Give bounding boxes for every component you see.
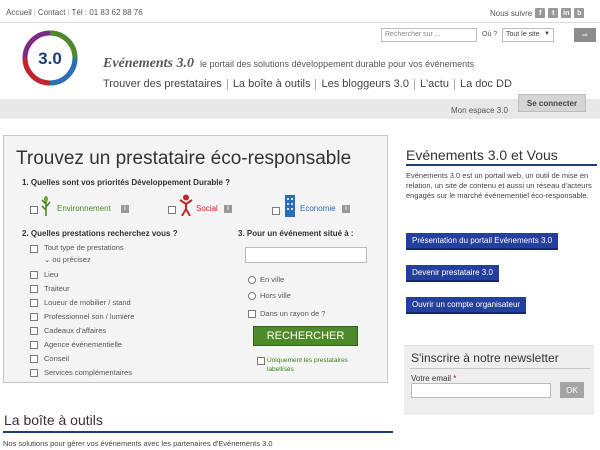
location-input[interactable] — [245, 247, 367, 263]
radius-checkbox[interactable] — [248, 310, 256, 318]
labelled-only-label: Uniquement les prestataires labellisés — [267, 357, 348, 373]
nav-item-prestataires[interactable]: Trouver des prestataires — [103, 78, 227, 90]
service-label: Loueur de mobilier / stand — [44, 298, 131, 307]
environment-checkbox[interactable] — [30, 206, 38, 214]
about-title-underline — [406, 164, 597, 166]
become-provider-button[interactable]: Devenir prestataire 3.0 — [406, 265, 499, 282]
logo-text: 3.0 — [38, 49, 62, 68]
my-space-link[interactable]: Mon espace 3.0 — [451, 106, 508, 115]
service-label: Cadeaux d'affaires — [44, 326, 107, 335]
scope-select[interactable]: Tout le site ▼ — [502, 28, 554, 42]
radius-label: Dans un rayon de ? — [260, 309, 326, 318]
site-search-input[interactable]: Rechercher sur ... — [381, 28, 477, 42]
priority-environment-label: Environnement — [57, 204, 111, 213]
info-icon[interactable]: i — [224, 205, 232, 213]
service-checkbox[interactable] — [30, 327, 38, 335]
priorities-question: 1. Quelles sont vos priorités Développem… — [22, 178, 231, 187]
economy-checkbox[interactable] — [272, 207, 280, 215]
service-checkbox[interactable] — [30, 341, 38, 349]
connect-button[interactable]: Se connecter — [518, 94, 586, 112]
specify-dropdown[interactable]: ⌄ ou précisez — [44, 255, 91, 264]
service-checkbox[interactable] — [30, 285, 38, 293]
facebook-icon[interactable]: f — [535, 8, 546, 18]
newsletter-ok-button[interactable]: OK — [560, 382, 584, 398]
linkedin-icon[interactable]: in — [561, 8, 572, 18]
service-label: Traiteur — [44, 284, 70, 293]
about-text: Evénements 3.0 est un portail web, un ou… — [406, 171, 592, 200]
finder-title: Trouvez un prestataire éco-responsable — [16, 148, 352, 169]
separator: | — [67, 8, 70, 17]
service-checkbox[interactable] — [30, 271, 38, 279]
newsletter-email-input[interactable] — [411, 383, 551, 398]
service-label: Conseil — [44, 354, 70, 363]
service-label: Lieu — [44, 270, 59, 279]
specify-label: ou précisez — [52, 255, 91, 264]
social-links: Nous suivre f t in b — [490, 8, 585, 18]
follow-label: Nous suivre — [490, 8, 533, 18]
labelled-only-checkbox[interactable] — [257, 357, 265, 365]
about-title: Evénements 3.0 et Vous — [406, 147, 558, 163]
home-link[interactable]: Accueil — [6, 8, 32, 17]
info-icon[interactable]: i — [342, 205, 350, 213]
email-label: Votre email * — [411, 374, 456, 383]
service-checkbox[interactable] — [30, 299, 38, 307]
nav-item-bloggeurs[interactable]: Les bloggeurs 3.0 — [316, 78, 413, 90]
nav-item-doc-dd[interactable]: La doc DD — [455, 78, 517, 90]
toolbox-title: La boîte à outils — [4, 412, 103, 428]
main-nav: Trouver des prestataires La boîte à outi… — [103, 78, 517, 90]
all-services-label: Tout type de prestations — [44, 243, 124, 252]
search-go-button[interactable]: ⇨ — [574, 28, 596, 42]
out-city-label: Hors ville — [260, 291, 291, 300]
brand-name: Evénements 3.0 — [103, 56, 194, 71]
top-divider — [0, 22, 600, 23]
toolbox-title-underline — [3, 431, 393, 433]
leaf-icon — [41, 196, 51, 216]
account-band — [0, 99, 600, 119]
contact-link[interactable]: Contact — [38, 8, 66, 17]
twitter-icon[interactable]: t — [548, 8, 559, 18]
service-checkbox[interactable] — [30, 313, 38, 321]
toolbox-text: Nos solutions pour gérer vos événements … — [3, 439, 273, 448]
out-city-radio[interactable] — [248, 292, 256, 300]
phone-number: Tél : 01 83 62 88 76 — [71, 8, 143, 17]
building-icon — [285, 195, 295, 217]
priority-social-label: Social — [196, 204, 218, 213]
in-city-label: En ville — [260, 275, 285, 284]
separator: | — [33, 8, 36, 17]
service-label: Agence événementielle — [44, 340, 122, 349]
top-links: Accueil | Contact | Tél : 01 83 62 88 76 — [6, 8, 143, 17]
email-label-text: Votre email — [411, 374, 452, 383]
presentation-button[interactable]: Présentation du portail Evénements 3.0 — [406, 233, 559, 250]
tagline: le portail des solutions développement d… — [200, 59, 475, 69]
required-mark: * — [453, 374, 457, 383]
blog-icon[interactable]: b — [574, 8, 585, 18]
service-checkbox[interactable] — [30, 369, 38, 377]
where-label: Où ? — [482, 31, 498, 38]
search-button[interactable]: RECHERCHER — [253, 326, 358, 346]
site-logo[interactable]: 3.0 — [22, 30, 78, 86]
chevron-down-icon: ▼ — [544, 31, 550, 37]
social-checkbox[interactable] — [168, 206, 176, 214]
in-city-radio[interactable] — [248, 276, 256, 284]
organizer-account-button[interactable]: Ouvrir un compte organisateur — [406, 297, 527, 314]
newsletter-title: S'inscrire à notre newsletter — [411, 351, 559, 365]
all-services-checkbox[interactable] — [30, 245, 38, 253]
priority-economy-label: Economie — [300, 204, 336, 213]
nav-item-actu[interactable]: L'actu — [415, 78, 454, 90]
person-icon — [179, 194, 193, 216]
services-question: 2. Quelles prestations recherchez vous ? — [22, 229, 178, 238]
service-label: Professionnel son / lumière — [44, 312, 135, 321]
nav-item-boite-outils[interactable]: La boîte à outils — [228, 78, 316, 90]
newsletter-divider — [410, 368, 590, 369]
info-icon[interactable]: i — [121, 205, 129, 213]
scope-value: Tout le site — [506, 31, 540, 38]
location-question: 3. Pour un événement situé à : — [238, 229, 354, 238]
service-checkbox[interactable] — [30, 355, 38, 363]
service-label: Services complémentaires — [44, 368, 132, 377]
